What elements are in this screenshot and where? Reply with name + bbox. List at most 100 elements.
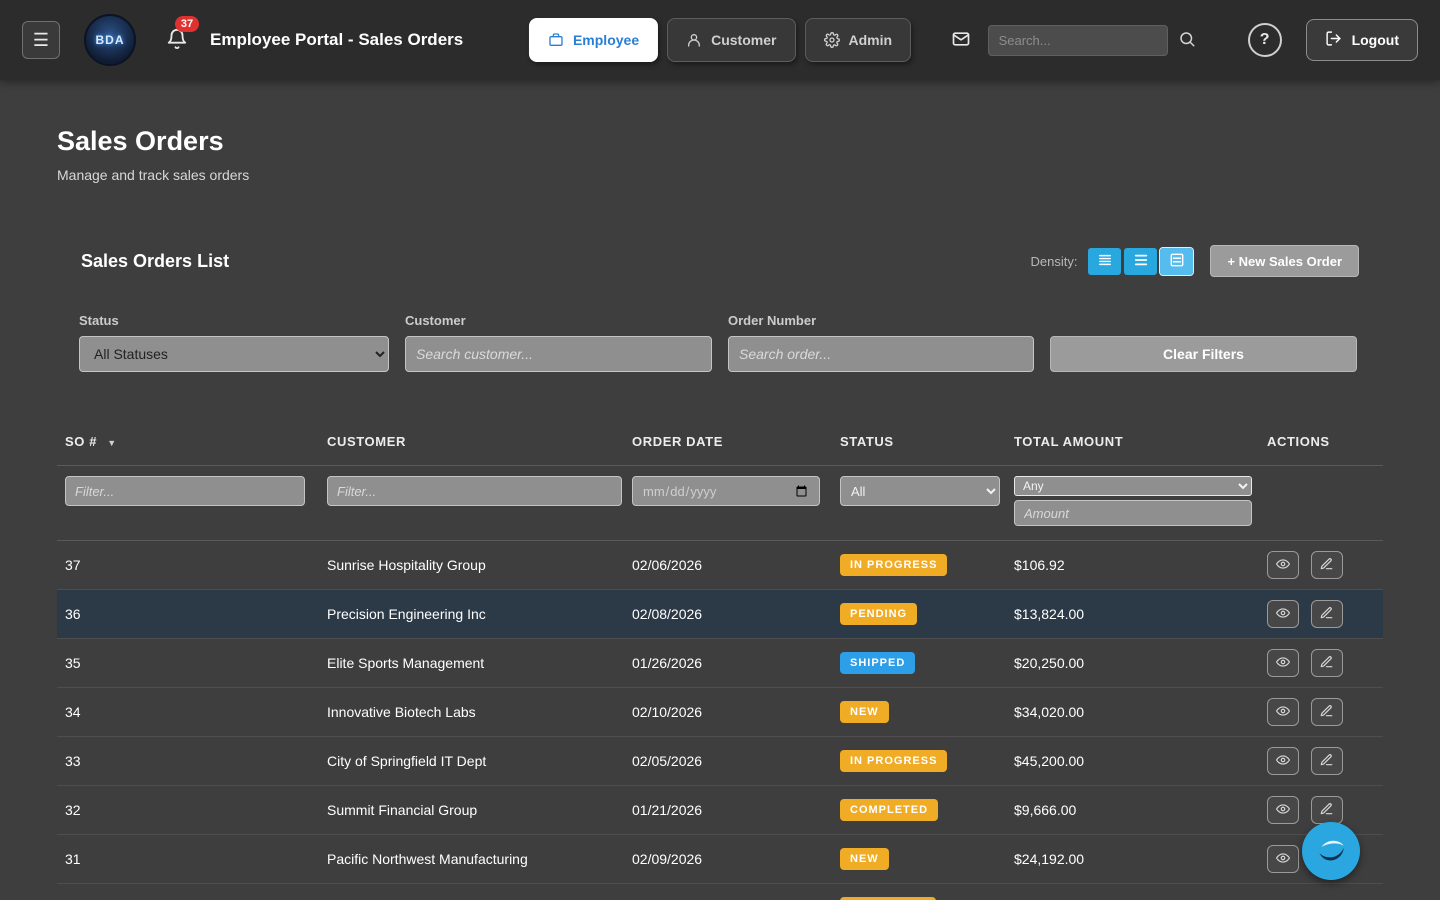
tab-admin[interactable]: Admin — [804, 18, 911, 62]
logout-icon — [1325, 30, 1342, 50]
so-cell — [57, 884, 319, 900]
customer-cell: Sunrise Hospitality Group — [319, 541, 624, 590]
view-button[interactable] — [1267, 600, 1299, 628]
density-comfortable-button[interactable] — [1160, 248, 1193, 275]
status-filter-select[interactable]: All Statuses — [79, 336, 389, 372]
edit-button[interactable] — [1311, 747, 1343, 775]
status-badge: SHIPPED — [840, 652, 915, 674]
table-row[interactable]: 32 Summit Financial Group 01/21/2026 COM… — [57, 786, 1383, 835]
density-compact-button[interactable] — [1088, 248, 1121, 275]
order-number-filter-input[interactable] — [728, 336, 1034, 372]
eye-icon — [1275, 655, 1291, 672]
tab-customer[interactable]: Customer — [667, 18, 795, 62]
briefcase-icon — [548, 32, 564, 48]
table-row[interactable]: 33 City of Springfield IT Dept 02/05/202… — [57, 737, 1383, 786]
so-column-filter-input[interactable] — [65, 476, 305, 506]
column-header-order-date[interactable]: ORDER DATE — [624, 420, 832, 466]
pencil-icon — [1319, 753, 1334, 770]
view-button[interactable] — [1267, 698, 1299, 726]
edit-button[interactable] — [1311, 698, 1343, 726]
table-row[interactable]: 37 Sunrise Hospitality Group 02/06/2026 … — [57, 541, 1383, 590]
amount-cell: $45,200.00 — [1006, 737, 1259, 786]
table-row[interactable]: 34 Innovative Biotech Labs 02/10/2026 NE… — [57, 688, 1383, 737]
order-date-filter-input[interactable] — [632, 476, 820, 506]
edit-button[interactable] — [1311, 796, 1343, 824]
amount-cell: $9,666.00 — [1006, 786, 1259, 835]
question-mark-icon: ? — [1260, 31, 1270, 48]
sales-orders-panel: Sales Orders List Density: — [57, 245, 1383, 900]
amount-cell: $24,192.00 — [1006, 835, 1259, 884]
gear-icon — [823, 32, 839, 48]
logo-text: BDA — [96, 33, 125, 47]
so-cell: 34 — [57, 688, 319, 737]
filters-bar: Status All Statuses Customer Order Numbe… — [57, 313, 1383, 372]
so-cell: 36 — [57, 590, 319, 639]
pencil-icon — [1319, 704, 1334, 721]
tab-label: Customer — [711, 32, 776, 48]
customer-filter-input[interactable] — [405, 336, 712, 372]
logout-button[interactable]: Logout — [1306, 19, 1418, 61]
table-row[interactable]: 31 Pacific Northwest Manufacturing 02/09… — [57, 835, 1383, 884]
customer-column-filter-input[interactable] — [327, 476, 622, 506]
column-header-actions: ACTIONS — [1259, 420, 1383, 466]
notifications-button[interactable]: 37 — [166, 28, 188, 53]
edit-button[interactable] — [1311, 551, 1343, 579]
floating-brand-button[interactable] — [1302, 822, 1360, 880]
view-button[interactable] — [1267, 796, 1299, 824]
hamburger-menu-button[interactable]: ☰ — [22, 21, 60, 59]
portal-tabs: Employee Customer Admin — [529, 18, 911, 62]
amount-filter-input[interactable] — [1014, 500, 1252, 526]
table-header-row: SO # ▼ CUSTOMER ORDER DATE STATUS TOTAL … — [57, 420, 1383, 466]
table-row[interactable] — [57, 884, 1383, 900]
pencil-icon — [1319, 655, 1334, 672]
view-button[interactable] — [1267, 649, 1299, 677]
amount-cell: $20,250.00 — [1006, 639, 1259, 688]
customer-cell: Pacific Northwest Manufacturing — [319, 835, 624, 884]
amount-cell: $13,824.00 — [1006, 590, 1259, 639]
global-search-input[interactable] — [988, 25, 1168, 56]
clear-filters-button[interactable]: Clear Filters — [1050, 336, 1357, 372]
order-number-filter-label: Order Number — [728, 313, 1034, 328]
edit-button[interactable] — [1311, 600, 1343, 628]
density-label: Density: — [1031, 254, 1078, 269]
customer-cell: Innovative Biotech Labs — [319, 688, 624, 737]
app-logo: BDA — [84, 14, 136, 66]
table-row[interactable]: 36 Precision Engineering Inc 02/08/2026 … — [57, 590, 1383, 639]
view-button[interactable] — [1267, 845, 1299, 873]
pencil-icon — [1319, 557, 1334, 574]
so-cell: 31 — [57, 835, 319, 884]
sales-orders-table: SO # ▼ CUSTOMER ORDER DATE STATUS TOTAL … — [57, 420, 1383, 900]
date-cell: 02/05/2026 — [624, 737, 832, 786]
pencil-icon — [1319, 606, 1334, 623]
notification-count-badge: 37 — [175, 16, 199, 32]
tab-employee[interactable]: Employee — [529, 18, 658, 62]
date-cell: 02/09/2026 — [624, 835, 832, 884]
pencil-icon — [1319, 802, 1334, 819]
amount-comparator-select[interactable]: Any — [1014, 476, 1252, 496]
status-badge: PENDING — [840, 603, 917, 625]
tab-label: Employee — [573, 32, 639, 48]
mail-button[interactable] — [950, 29, 972, 52]
edit-button[interactable] — [1311, 649, 1343, 677]
column-header-so[interactable]: SO # ▼ — [57, 420, 319, 466]
column-header-total-amount[interactable]: TOTAL AMOUNT — [1006, 420, 1259, 466]
view-button[interactable] — [1267, 551, 1299, 579]
table-row[interactable]: 35 Elite Sports Management 01/26/2026 SH… — [57, 639, 1383, 688]
envelope-icon — [950, 29, 972, 52]
bell-icon — [166, 38, 188, 53]
search-icon — [1178, 30, 1196, 51]
density-standard-button[interactable] — [1124, 248, 1157, 275]
view-button[interactable] — [1267, 747, 1299, 775]
date-cell: 01/26/2026 — [624, 639, 832, 688]
date-cell: 02/10/2026 — [624, 688, 832, 737]
date-cell: 02/08/2026 — [624, 590, 832, 639]
status-badge: IN PROGRESS — [840, 750, 947, 772]
new-sales-order-button[interactable]: + New Sales Order — [1210, 245, 1359, 277]
column-header-customer[interactable]: CUSTOMER — [319, 420, 624, 466]
column-header-status[interactable]: STATUS — [832, 420, 1006, 466]
main-content: Sales Orders Manage and track sales orde… — [0, 126, 1440, 900]
help-button[interactable]: ? — [1248, 23, 1282, 57]
search-submit-button[interactable] — [1178, 30, 1196, 51]
status-column-filter-select[interactable]: All — [840, 476, 1000, 506]
so-cell: 35 — [57, 639, 319, 688]
